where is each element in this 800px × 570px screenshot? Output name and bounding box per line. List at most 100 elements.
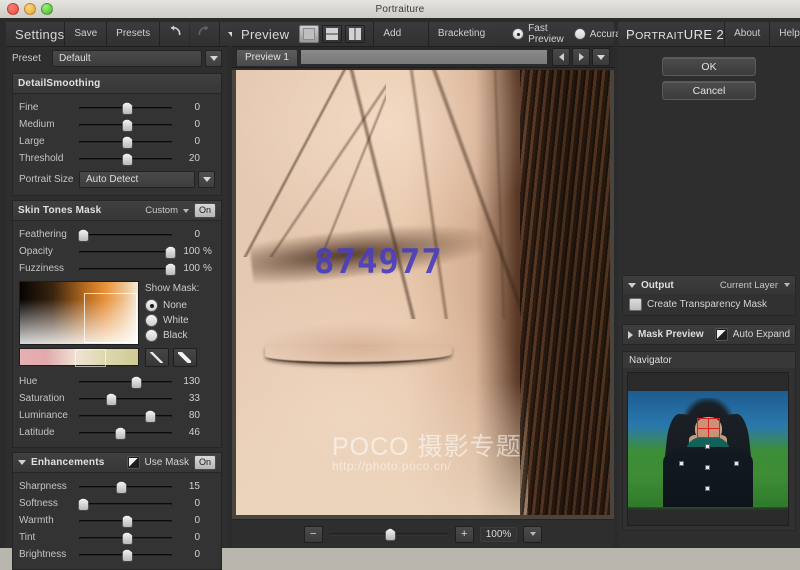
disclosure-triangle-icon[interactable] — [628, 282, 636, 288]
slider-knob[interactable] — [115, 480, 127, 494]
slider-track[interactable] — [79, 392, 172, 406]
mask-preview-header[interactable]: Mask Preview Auto Expand — [623, 325, 795, 344]
zoom-level-value[interactable]: 100% — [479, 526, 518, 542]
disclosure-triangle-icon[interactable] — [18, 460, 26, 465]
cancel-button[interactable]: Cancel — [662, 81, 756, 100]
slider-track[interactable] — [79, 135, 172, 149]
show-mask-option-white[interactable]: White — [145, 313, 199, 328]
preset-dropdown-button[interactable] — [205, 49, 222, 67]
slider-knob[interactable] — [165, 245, 177, 259]
slider-track[interactable] — [79, 118, 172, 132]
slider-track[interactable] — [79, 531, 172, 545]
slider-hue[interactable]: Hue 130 — [13, 373, 221, 390]
zoom-preset-dropdown[interactable] — [523, 525, 543, 543]
show-mask-option-black[interactable]: Black — [145, 328, 199, 343]
slider-track[interactable] — [79, 548, 172, 562]
tab-next-button[interactable] — [572, 48, 590, 66]
navigator-viewport-rect[interactable] — [696, 417, 720, 439]
preview-tab-1[interactable]: Preview 1 — [236, 48, 298, 66]
slider-knob[interactable] — [121, 514, 133, 528]
slider-track[interactable] — [77, 497, 172, 511]
slider-knob[interactable] — [121, 135, 133, 149]
enhancements-on-toggle[interactable]: On — [193, 455, 216, 470]
slider-latitude[interactable]: Latitude 46 — [13, 424, 221, 441]
slider-track[interactable] — [79, 426, 172, 440]
output-header[interactable]: Output Current Layer — [623, 276, 795, 294]
tab-menu-button[interactable] — [592, 48, 610, 66]
fast-preview-option[interactable]: Fast Preview — [512, 23, 564, 45]
show-mask-option-none[interactable]: None — [145, 298, 199, 313]
slider-fuzziness[interactable]: Fuzziness 100 % — [13, 260, 221, 277]
undo-button[interactable] — [159, 22, 190, 46]
detail-smoothing-header[interactable]: DetailSmoothing — [13, 74, 221, 94]
slider-track[interactable] — [79, 375, 172, 389]
preview-photo[interactable]: 874977 POCO 摄影专题 http://photo.poco.cn/ — [236, 70, 610, 515]
portrait-size-dropdown-button[interactable] — [198, 170, 215, 188]
slider-warmth[interactable]: Warmth 0 — [13, 512, 221, 529]
chevron-down-icon[interactable] — [784, 283, 790, 287]
slider-feathering[interactable]: Feathering 0 — [13, 226, 221, 243]
slider-sharpness[interactable]: Sharpness 15 — [13, 478, 221, 495]
slider-brightness[interactable]: Brightness 0 — [13, 546, 221, 563]
radio-icon[interactable] — [145, 299, 158, 312]
slider-track[interactable] — [79, 480, 172, 494]
slider-track[interactable] — [79, 152, 172, 166]
skin-tone-strip[interactable] — [19, 348, 139, 367]
slider-track[interactable] — [79, 245, 177, 259]
slider-knob[interactable] — [165, 262, 177, 276]
portrait-size-select[interactable]: Auto Detect — [79, 170, 195, 188]
navigator-thumbnail[interactable] — [627, 372, 789, 526]
slider-track[interactable] — [79, 514, 172, 528]
redo-button[interactable] — [189, 22, 220, 46]
slider-saturation[interactable]: Saturation 33 — [13, 390, 221, 407]
slider-knob[interactable] — [77, 497, 89, 511]
slider-knob[interactable] — [77, 228, 89, 242]
radio-icon[interactable] — [512, 28, 525, 40]
enhancements-header[interactable]: Enhancements Use Mask On — [13, 453, 221, 473]
split-horizontal-icon[interactable] — [322, 25, 343, 43]
bracketing-button[interactable]: Bracketing — [427, 22, 495, 46]
slider-track[interactable] — [79, 262, 177, 276]
zoom-slider-track[interactable] — [328, 528, 449, 541]
help-button[interactable]: Help — [769, 22, 800, 46]
slider-knob[interactable] — [121, 118, 133, 132]
slider-luminance[interactable]: Luminance 80 — [13, 407, 221, 424]
presets-button[interactable]: Presets — [106, 22, 160, 46]
slider-knob[interactable] — [121, 548, 133, 562]
slider-track[interactable] — [79, 409, 172, 423]
disclosure-triangle-icon[interactable] — [628, 330, 633, 339]
single-view-icon[interactable] — [299, 25, 320, 43]
ok-button[interactable]: OK — [662, 57, 756, 76]
radio-icon[interactable] — [573, 28, 586, 40]
slider-knob[interactable] — [114, 426, 126, 440]
slider-knob[interactable] — [105, 392, 117, 406]
slider-large[interactable]: Large 0 — [13, 133, 221, 150]
slider-track[interactable] — [77, 228, 172, 242]
slider-knob[interactable] — [121, 152, 133, 166]
slider-track[interactable] — [79, 101, 172, 115]
slider-knob[interactable] — [130, 375, 142, 389]
slider-threshold[interactable]: Threshold 20 — [13, 150, 221, 167]
split-vertical-icon[interactable] — [345, 25, 366, 43]
output-target-value[interactable]: Current Layer — [720, 280, 778, 291]
about-button[interactable]: About — [724, 22, 770, 46]
eyedropper-subtract-icon[interactable] — [173, 348, 197, 367]
gradient-selection-rect[interactable] — [83, 293, 137, 343]
zoom-out-button[interactable]: − — [303, 525, 323, 543]
slider-opacity[interactable]: Opacity 100 % — [13, 243, 221, 260]
slider-medium[interactable]: Medium 0 — [13, 116, 221, 133]
radio-icon[interactable] — [145, 314, 158, 327]
slider-knob[interactable] — [121, 531, 133, 545]
zoom-slider-knob[interactable] — [384, 528, 396, 541]
preview-image-stage[interactable]: 874977 POCO 摄影专题 http://photo.poco.cn/ — [232, 70, 614, 520]
slider-tint[interactable]: Tint 0 — [13, 529, 221, 546]
chevron-down-icon[interactable] — [182, 208, 189, 213]
skin-tones-mask-header[interactable]: Skin Tones Mask Custom On — [13, 201, 221, 221]
save-button[interactable]: Save — [64, 22, 107, 46]
auto-expand-checkbox[interactable] — [714, 328, 728, 341]
use-mask-checkbox[interactable] — [126, 456, 140, 469]
slider-softness[interactable]: Softness 0 — [13, 495, 221, 512]
add-preview-button[interactable]: Add Preview — [373, 22, 428, 63]
slider-knob[interactable] — [121, 101, 133, 115]
slider-fine[interactable]: Fine 0 — [13, 99, 221, 116]
